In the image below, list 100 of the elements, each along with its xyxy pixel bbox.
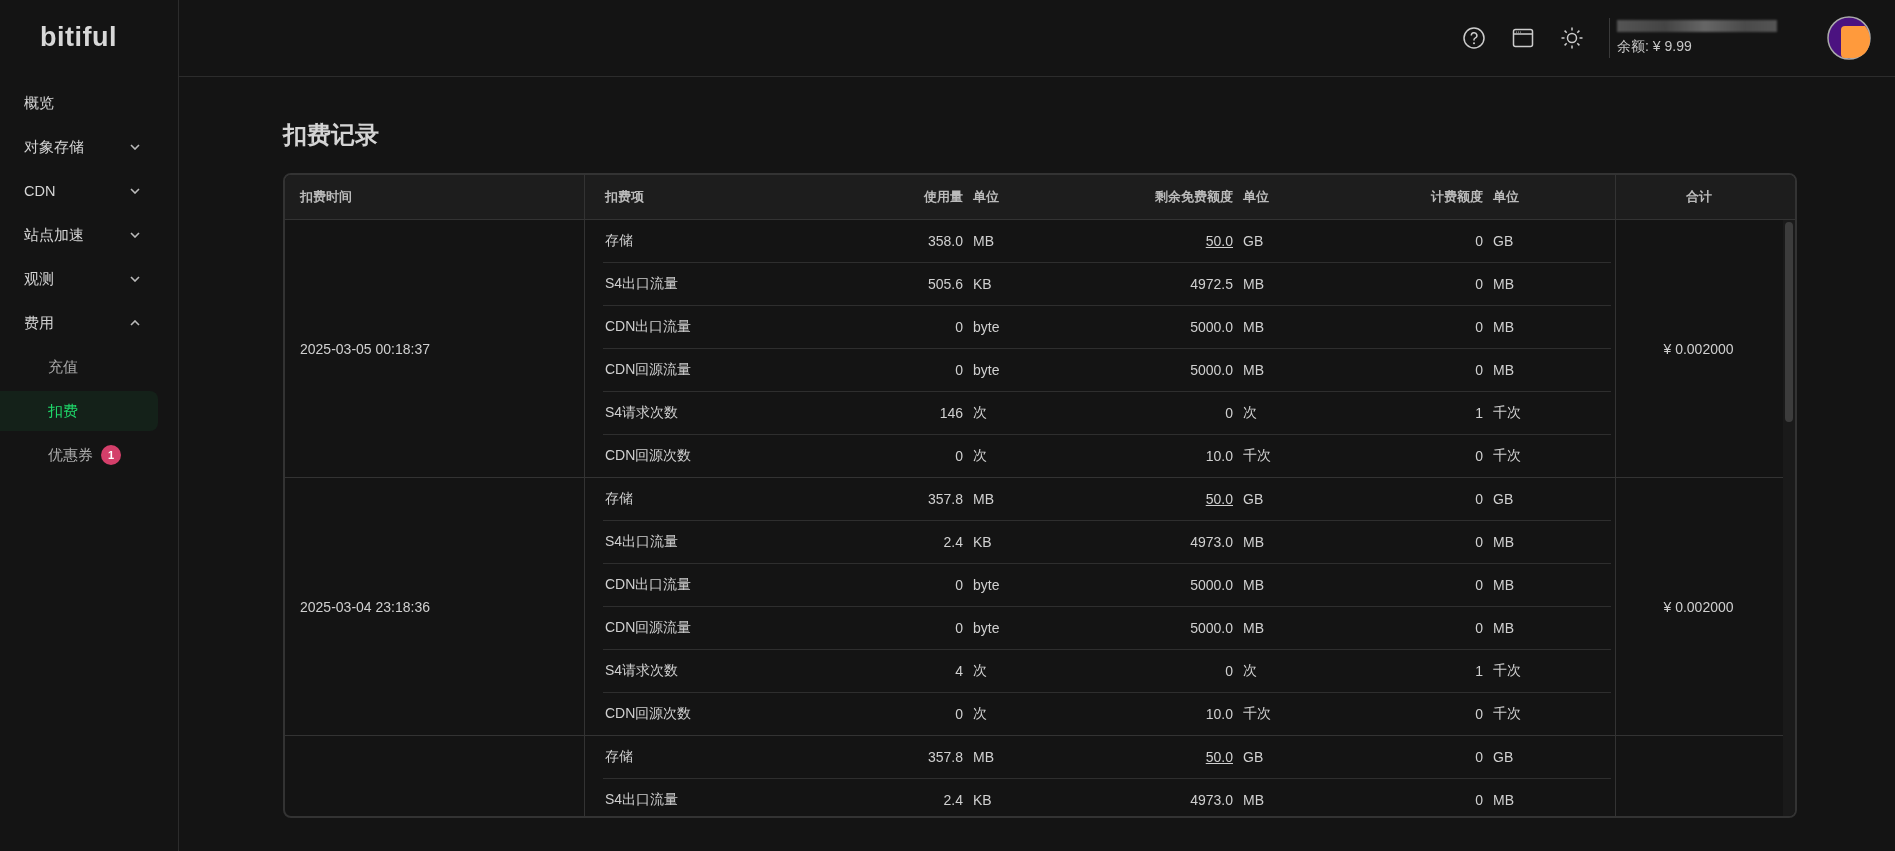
unit-cell-text: MB <box>1242 534 1265 550</box>
unit-cell-text: 千次 <box>1492 447 1522 465</box>
free-quota-link[interactable]: 50.0 <box>1205 491 1233 507</box>
unit-cell-text: 次 <box>972 705 988 723</box>
item-cell-text: 存储 <box>604 232 634 250</box>
unit-cell-text: MB <box>1242 792 1265 808</box>
unit-cell-text: GB <box>1492 233 1515 249</box>
nav-item[interactable]: 对象存储 <box>0 125 178 169</box>
unit-cell-text: 次 <box>1242 404 1258 422</box>
logo[interactable]: bitiful <box>0 0 178 77</box>
item-cell-text: CDN出口流量 <box>604 576 693 594</box>
unit-cell-text: MB <box>1492 534 1515 550</box>
unit-cell-text: MB <box>1492 319 1515 335</box>
item-cell-text: S4出口流量 <box>604 275 680 293</box>
billed-cell-text: 0 <box>1474 706 1483 722</box>
unit-cell-text: MB <box>972 233 995 249</box>
count-badge: 1 <box>101 445 121 465</box>
item-cell-text: S4出口流量 <box>604 533 680 551</box>
avatar[interactable] <box>1827 16 1871 60</box>
unit-cell-text: 次 <box>1242 662 1258 680</box>
unit-cell-text: KB <box>972 276 993 292</box>
nav-item[interactable]: 观测 <box>0 257 178 301</box>
unit-cell-text: GB <box>1242 491 1265 507</box>
free-quota-cell: 5000.0 <box>1190 362 1233 378</box>
billed-cell-text: 0 <box>1474 233 1483 249</box>
unit-cell-text: KB <box>972 792 993 808</box>
nav-subitem[interactable]: 优惠券 1 <box>0 435 158 475</box>
unit-cell-text: byte <box>972 362 1001 378</box>
column-header: 剩余免费额度 <box>1154 188 1233 206</box>
column-header: 单位 <box>1242 188 1270 206</box>
item-cell-text: CDN回源流量 <box>604 619 693 637</box>
usage-cell-text: 0 <box>954 319 963 335</box>
unit-cell-text: byte <box>972 577 1001 593</box>
column-header: 合计 <box>1685 188 1712 206</box>
unit-cell-text: 次 <box>972 404 988 422</box>
help-icon[interactable] <box>1462 26 1486 50</box>
free-quota-link[interactable]: 50.0 <box>1205 749 1233 765</box>
column-header: 计费额度 <box>1430 188 1483 206</box>
item-cell-text: S4请求次数 <box>604 662 680 680</box>
nav-item[interactable]: 站点加速 <box>0 213 178 257</box>
nav-item[interactable]: 概览 <box>0 81 178 125</box>
unit-cell-text: 千次 <box>1242 447 1272 465</box>
usage-cell-text: 2.4 <box>942 792 963 808</box>
unit-cell-text: MB <box>1492 577 1515 593</box>
unit-cell-text: GB <box>1492 491 1515 507</box>
billed-cell-text: 0 <box>1474 577 1483 593</box>
unit-cell-text: 千次 <box>1242 705 1272 723</box>
free-quota-cell: 4972.5 <box>1190 276 1233 292</box>
sun-icon[interactable] <box>1560 26 1584 50</box>
column-header: 使用量 <box>922 188 963 206</box>
usage-cell-text: 358.0 <box>926 233 963 249</box>
free-quota-cell: 0 <box>1225 663 1233 679</box>
item-cell-text: S4出口流量 <box>604 791 680 809</box>
usage-cell-text: 357.8 <box>926 491 963 507</box>
billed-cell-text: 0 <box>1474 749 1483 765</box>
free-quota-link[interactable]: 50.0 <box>1205 233 1233 249</box>
time-cell: 2025-03-05 00:18:37 <box>300 340 430 357</box>
free-quota-cell: 0 <box>1225 405 1233 421</box>
billed-cell-text: 0 <box>1474 276 1483 292</box>
scrollbar[interactable] <box>1783 220 1795 816</box>
item-cell-text: CDN回源流量 <box>604 361 693 379</box>
unit-cell-text: GB <box>1242 749 1265 765</box>
usage-cell-text: 0 <box>954 448 963 464</box>
unit-cell-text: MB <box>1242 362 1265 378</box>
item-cell-text: 存储 <box>604 748 634 766</box>
billed-cell-text: 0 <box>1474 491 1483 507</box>
page-title: 扣费记录 <box>283 120 380 150</box>
free-quota-cell: 10.0 <box>1205 706 1233 722</box>
nav-item[interactable]: CDN <box>0 169 178 213</box>
balance-text: 余额: ¥ 9.99 <box>1617 38 1693 56</box>
unit-cell-text: KB <box>972 534 993 550</box>
usage-cell-text: 0 <box>954 362 963 378</box>
billed-cell-text: 0 <box>1474 448 1483 464</box>
item-cell-text: CDN出口流量 <box>604 318 693 336</box>
item-cell-text: S4请求次数 <box>604 404 680 422</box>
free-quota-cell: 10.0 <box>1205 448 1233 464</box>
item-cell-text: 存储 <box>604 490 634 508</box>
unit-cell-text: 次 <box>972 447 988 465</box>
free-quota-cell: 5000.0 <box>1190 319 1233 335</box>
usage-cell-text: 146 <box>938 405 963 421</box>
unit-cell-text: 千次 <box>1492 705 1522 723</box>
free-quota-cell: 5000.0 <box>1190 577 1233 593</box>
billed-cell-text: 1 <box>1474 663 1483 679</box>
window-icon[interactable] <box>1511 26 1535 50</box>
unit-cell-text: GB <box>1242 233 1265 249</box>
usage-cell-text: 0 <box>954 577 963 593</box>
free-quota-cell: 4973.0 <box>1190 534 1233 550</box>
nav-subitem[interactable]: 扣费 <box>0 391 158 431</box>
nav-subitem[interactable]: 充值 <box>0 347 158 387</box>
billed-cell-text: 0 <box>1474 362 1483 378</box>
free-quota-cell: 4973.0 <box>1190 792 1233 808</box>
unit-cell-text: MB <box>1492 792 1515 808</box>
nav-item[interactable]: 费用 <box>0 301 178 345</box>
time-cell: 2025-03-04 23:18:36 <box>300 598 430 615</box>
unit-cell-text: 千次 <box>1492 662 1522 680</box>
unit-cell-text: MB <box>972 491 995 507</box>
unit-cell-text: byte <box>972 319 1001 335</box>
unit-cell-text: MB <box>1492 620 1515 636</box>
column-header: 扣费项 <box>603 188 645 206</box>
billed-cell-text: 0 <box>1474 319 1483 335</box>
